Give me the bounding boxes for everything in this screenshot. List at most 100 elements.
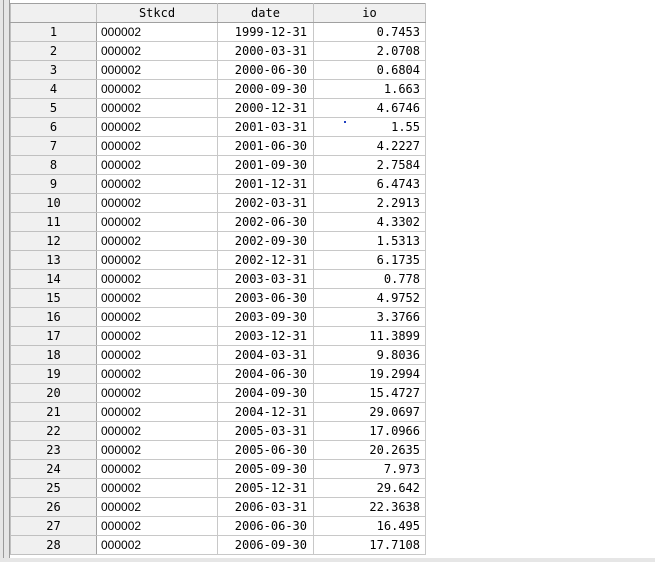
table-row[interactable]: 26 000002 2006-03-31 22.3638 [10, 497, 426, 517]
row-number-cell[interactable]: 4 [10, 79, 97, 99]
io-cell[interactable]: 1.663 [313, 79, 426, 99]
stkcd-cell[interactable]: 000002 [96, 193, 218, 213]
date-cell[interactable]: 2006-03-31 [217, 497, 314, 517]
table-row[interactable]: 9 000002 2001-12-31 6.4743 [10, 174, 426, 194]
table-row[interactable]: 23 000002 2005-06-30 20.2635 [10, 440, 426, 460]
table-row[interactable]: 2 000002 2000-03-31 2.0708 [10, 41, 426, 61]
stkcd-cell[interactable]: 000002 [96, 364, 218, 384]
io-cell[interactable]: 4.3302 [313, 212, 426, 232]
stkcd-cell[interactable]: 000002 [96, 326, 218, 346]
table-row[interactable]: 1 000002 1999-12-31 0.7453 [10, 22, 426, 42]
io-cell[interactable]: 4.6746 [313, 98, 426, 118]
data-grid[interactable]: Stkcd date io 1 000002 1999-12-31 0.7453 2 00… [10, 3, 426, 555]
table-row[interactable]: 12 000002 2002-09-30 1.5313 [10, 231, 426, 251]
row-number-cell[interactable]: 7 [10, 136, 97, 156]
row-number-cell[interactable]: 8 [10, 155, 97, 175]
row-number-cell[interactable]: 24 [10, 459, 97, 479]
io-cell[interactable]: 1.55 [313, 117, 426, 137]
row-number-cell[interactable]: 13 [10, 250, 97, 270]
row-number-cell[interactable]: 11 [10, 212, 97, 232]
table-row[interactable]: 22 000002 2005-03-31 17.0966 [10, 421, 426, 441]
table-row[interactable]: 14 000002 2003-03-31 0.778 [10, 269, 426, 289]
row-number-cell[interactable]: 18 [10, 345, 97, 365]
io-cell[interactable]: 1.5313 [313, 231, 426, 251]
row-number-cell[interactable]: 19 [10, 364, 97, 384]
date-cell[interactable]: 2003-12-31 [217, 326, 314, 346]
table-row[interactable]: 6 000002 2001-03-31 1.55 [10, 117, 426, 137]
table-row[interactable]: 5 000002 2000-12-31 4.6746 [10, 98, 426, 118]
stkcd-cell[interactable]: 000002 [96, 478, 218, 498]
stkcd-cell[interactable]: 000002 [96, 345, 218, 365]
io-cell[interactable]: 29.642 [313, 478, 426, 498]
stkcd-cell[interactable]: 000002 [96, 288, 218, 308]
io-cell[interactable]: 15.4727 [313, 383, 426, 403]
io-cell[interactable]: 2.0708 [313, 41, 426, 61]
row-number-cell[interactable]: 9 [10, 174, 97, 194]
date-cell[interactable]: 2004-09-30 [217, 383, 314, 403]
stkcd-cell[interactable]: 000002 [96, 307, 218, 327]
table-row[interactable]: 7 000002 2001-06-30 4.2227 [10, 136, 426, 156]
row-number-cell[interactable]: 3 [10, 60, 97, 80]
table-row[interactable]: 16 000002 2003-09-30 3.3766 [10, 307, 426, 327]
table-row[interactable]: 24 000002 2005-09-30 7.973 [10, 459, 426, 479]
date-cell[interactable]: 2004-03-31 [217, 345, 314, 365]
io-cell[interactable]: 17.7108 [313, 535, 426, 555]
io-cell[interactable]: 19.2994 [313, 364, 426, 384]
row-number-cell[interactable]: 12 [10, 231, 97, 251]
stkcd-cell[interactable]: 000002 [96, 174, 218, 194]
date-cell[interactable]: 2002-06-30 [217, 212, 314, 232]
row-number-cell[interactable]: 14 [10, 269, 97, 289]
table-row[interactable]: 13 000002 2002-12-31 6.1735 [10, 250, 426, 270]
date-cell[interactable]: 2005-09-30 [217, 459, 314, 479]
date-cell[interactable]: 2002-03-31 [217, 193, 314, 213]
stkcd-cell[interactable]: 000002 [96, 383, 218, 403]
stkcd-cell[interactable]: 000002 [96, 231, 218, 251]
io-cell[interactable]: 7.973 [313, 459, 426, 479]
row-number-cell[interactable]: 10 [10, 193, 97, 213]
date-cell[interactable]: 1999-12-31 [217, 22, 314, 42]
date-cell[interactable]: 2003-06-30 [217, 288, 314, 308]
io-cell[interactable]: 29.0697 [313, 402, 426, 422]
table-row[interactable]: 21 000002 2004-12-31 29.0697 [10, 402, 426, 422]
stkcd-cell[interactable]: 000002 [96, 79, 218, 99]
io-cell[interactable]: 17.0966 [313, 421, 426, 441]
date-cell[interactable]: 2006-09-30 [217, 535, 314, 555]
row-number-cell[interactable]: 22 [10, 421, 97, 441]
date-cell[interactable]: 2001-03-31 [217, 117, 314, 137]
io-cell[interactable]: 4.9752 [313, 288, 426, 308]
io-cell[interactable]: 6.4743 [313, 174, 426, 194]
date-cell[interactable]: 2000-06-30 [217, 60, 314, 80]
date-cell[interactable]: 2001-09-30 [217, 155, 314, 175]
table-row[interactable]: 25 000002 2005-12-31 29.642 [10, 478, 426, 498]
stkcd-cell[interactable]: 000002 [96, 250, 218, 270]
row-number-cell[interactable]: 21 [10, 402, 97, 422]
stkcd-cell[interactable]: 000002 [96, 421, 218, 441]
stkcd-cell[interactable]: 000002 [96, 22, 218, 42]
table-row[interactable]: 19 000002 2004-06-30 19.2994 [10, 364, 426, 384]
table-row[interactable]: 20 000002 2004-09-30 15.4727 [10, 383, 426, 403]
row-number-cell[interactable]: 25 [10, 478, 97, 498]
stkcd-cell[interactable]: 000002 [96, 117, 218, 137]
date-cell[interactable]: 2004-12-31 [217, 402, 314, 422]
date-cell[interactable]: 2005-03-31 [217, 421, 314, 441]
io-cell[interactable]: 3.3766 [313, 307, 426, 327]
row-number-cell[interactable]: 28 [10, 535, 97, 555]
io-cell[interactable]: 9.8036 [313, 345, 426, 365]
column-header-date[interactable]: date [217, 3, 314, 23]
table-row[interactable]: 28 000002 2006-09-30 17.7108 [10, 535, 426, 555]
io-cell[interactable]: 2.7584 [313, 155, 426, 175]
date-cell[interactable]: 2002-09-30 [217, 231, 314, 251]
stkcd-cell[interactable]: 000002 [96, 459, 218, 479]
date-cell[interactable]: 2000-03-31 [217, 41, 314, 61]
stkcd-cell[interactable]: 000002 [96, 155, 218, 175]
table-row[interactable]: 27 000002 2006-06-30 16.495 [10, 516, 426, 536]
row-number-cell[interactable]: 6 [10, 117, 97, 137]
io-cell[interactable]: 6.1735 [313, 250, 426, 270]
corner-header[interactable] [10, 3, 97, 23]
stkcd-cell[interactable]: 000002 [96, 98, 218, 118]
table-row[interactable]: 3 000002 2000-06-30 0.6804 [10, 60, 426, 80]
table-row[interactable]: 4 000002 2000-09-30 1.663 [10, 79, 426, 99]
table-row[interactable]: 10 000002 2002-03-31 2.2913 [10, 193, 426, 213]
table-row[interactable]: 8 000002 2001-09-30 2.7584 [10, 155, 426, 175]
row-number-cell[interactable]: 1 [10, 22, 97, 42]
